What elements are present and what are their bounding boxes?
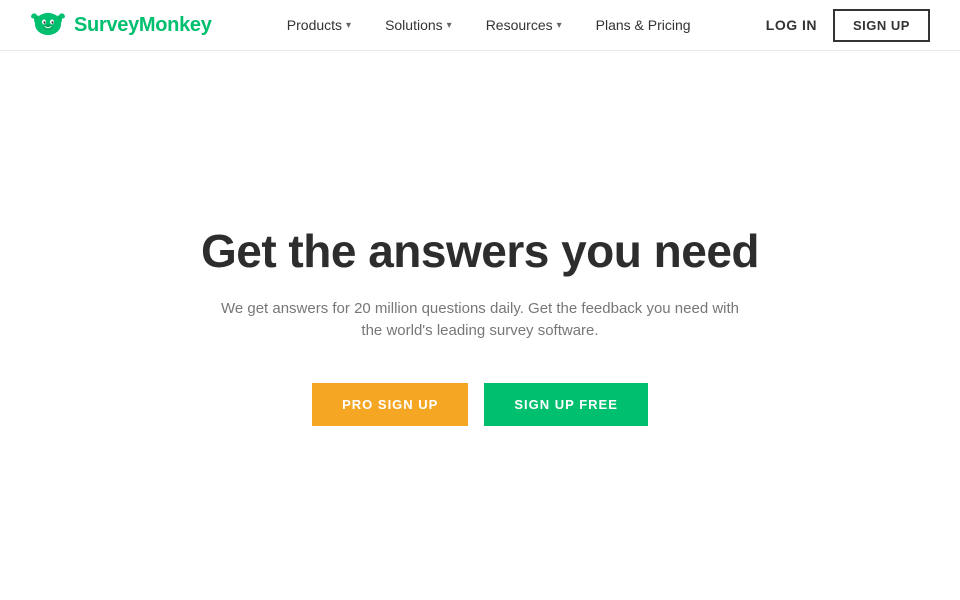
- nav-item-plans-pricing[interactable]: Plans & Pricing: [582, 11, 705, 39]
- logo-link[interactable]: SurveyMonkey: [30, 10, 212, 40]
- nav-products-label: Products: [287, 17, 342, 33]
- nav-item-products[interactable]: Products ▾: [273, 11, 365, 39]
- main-nav: Products ▾ Solutions ▾ Resources ▾ Plans…: [273, 11, 705, 39]
- chevron-down-icon: ▾: [346, 20, 351, 31]
- surveymonkey-logo-icon: [30, 10, 66, 40]
- site-header: SurveyMonkey Products ▾ Solutions ▾ Reso…: [0, 0, 960, 51]
- nav-item-resources[interactable]: Resources ▾: [472, 11, 576, 39]
- free-signup-button[interactable]: SIGN UP FREE: [484, 383, 648, 426]
- nav-resources-label: Resources: [486, 17, 553, 33]
- nav-solutions-label: Solutions: [385, 17, 443, 33]
- nav-plans-label: Plans & Pricing: [596, 17, 691, 33]
- signup-button[interactable]: SIGN UP: [833, 9, 930, 42]
- logo-text: SurveyMonkey: [74, 14, 212, 37]
- hero-title: Get the answers you need: [201, 225, 759, 278]
- cta-buttons: PRO SIGN UP SIGN UP FREE: [312, 383, 648, 426]
- login-button[interactable]: LOG IN: [766, 17, 817, 33]
- nav-item-solutions[interactable]: Solutions ▾: [371, 11, 466, 39]
- hero-subtitle: We get answers for 20 million questions …: [220, 298, 740, 343]
- hero-section: Get the answers you need We get answers …: [0, 51, 960, 600]
- pro-signup-button[interactable]: PRO SIGN UP: [312, 383, 468, 426]
- chevron-down-icon: ▾: [557, 20, 562, 31]
- header-actions: LOG IN SIGN UP: [766, 9, 930, 42]
- chevron-down-icon: ▾: [447, 20, 452, 31]
